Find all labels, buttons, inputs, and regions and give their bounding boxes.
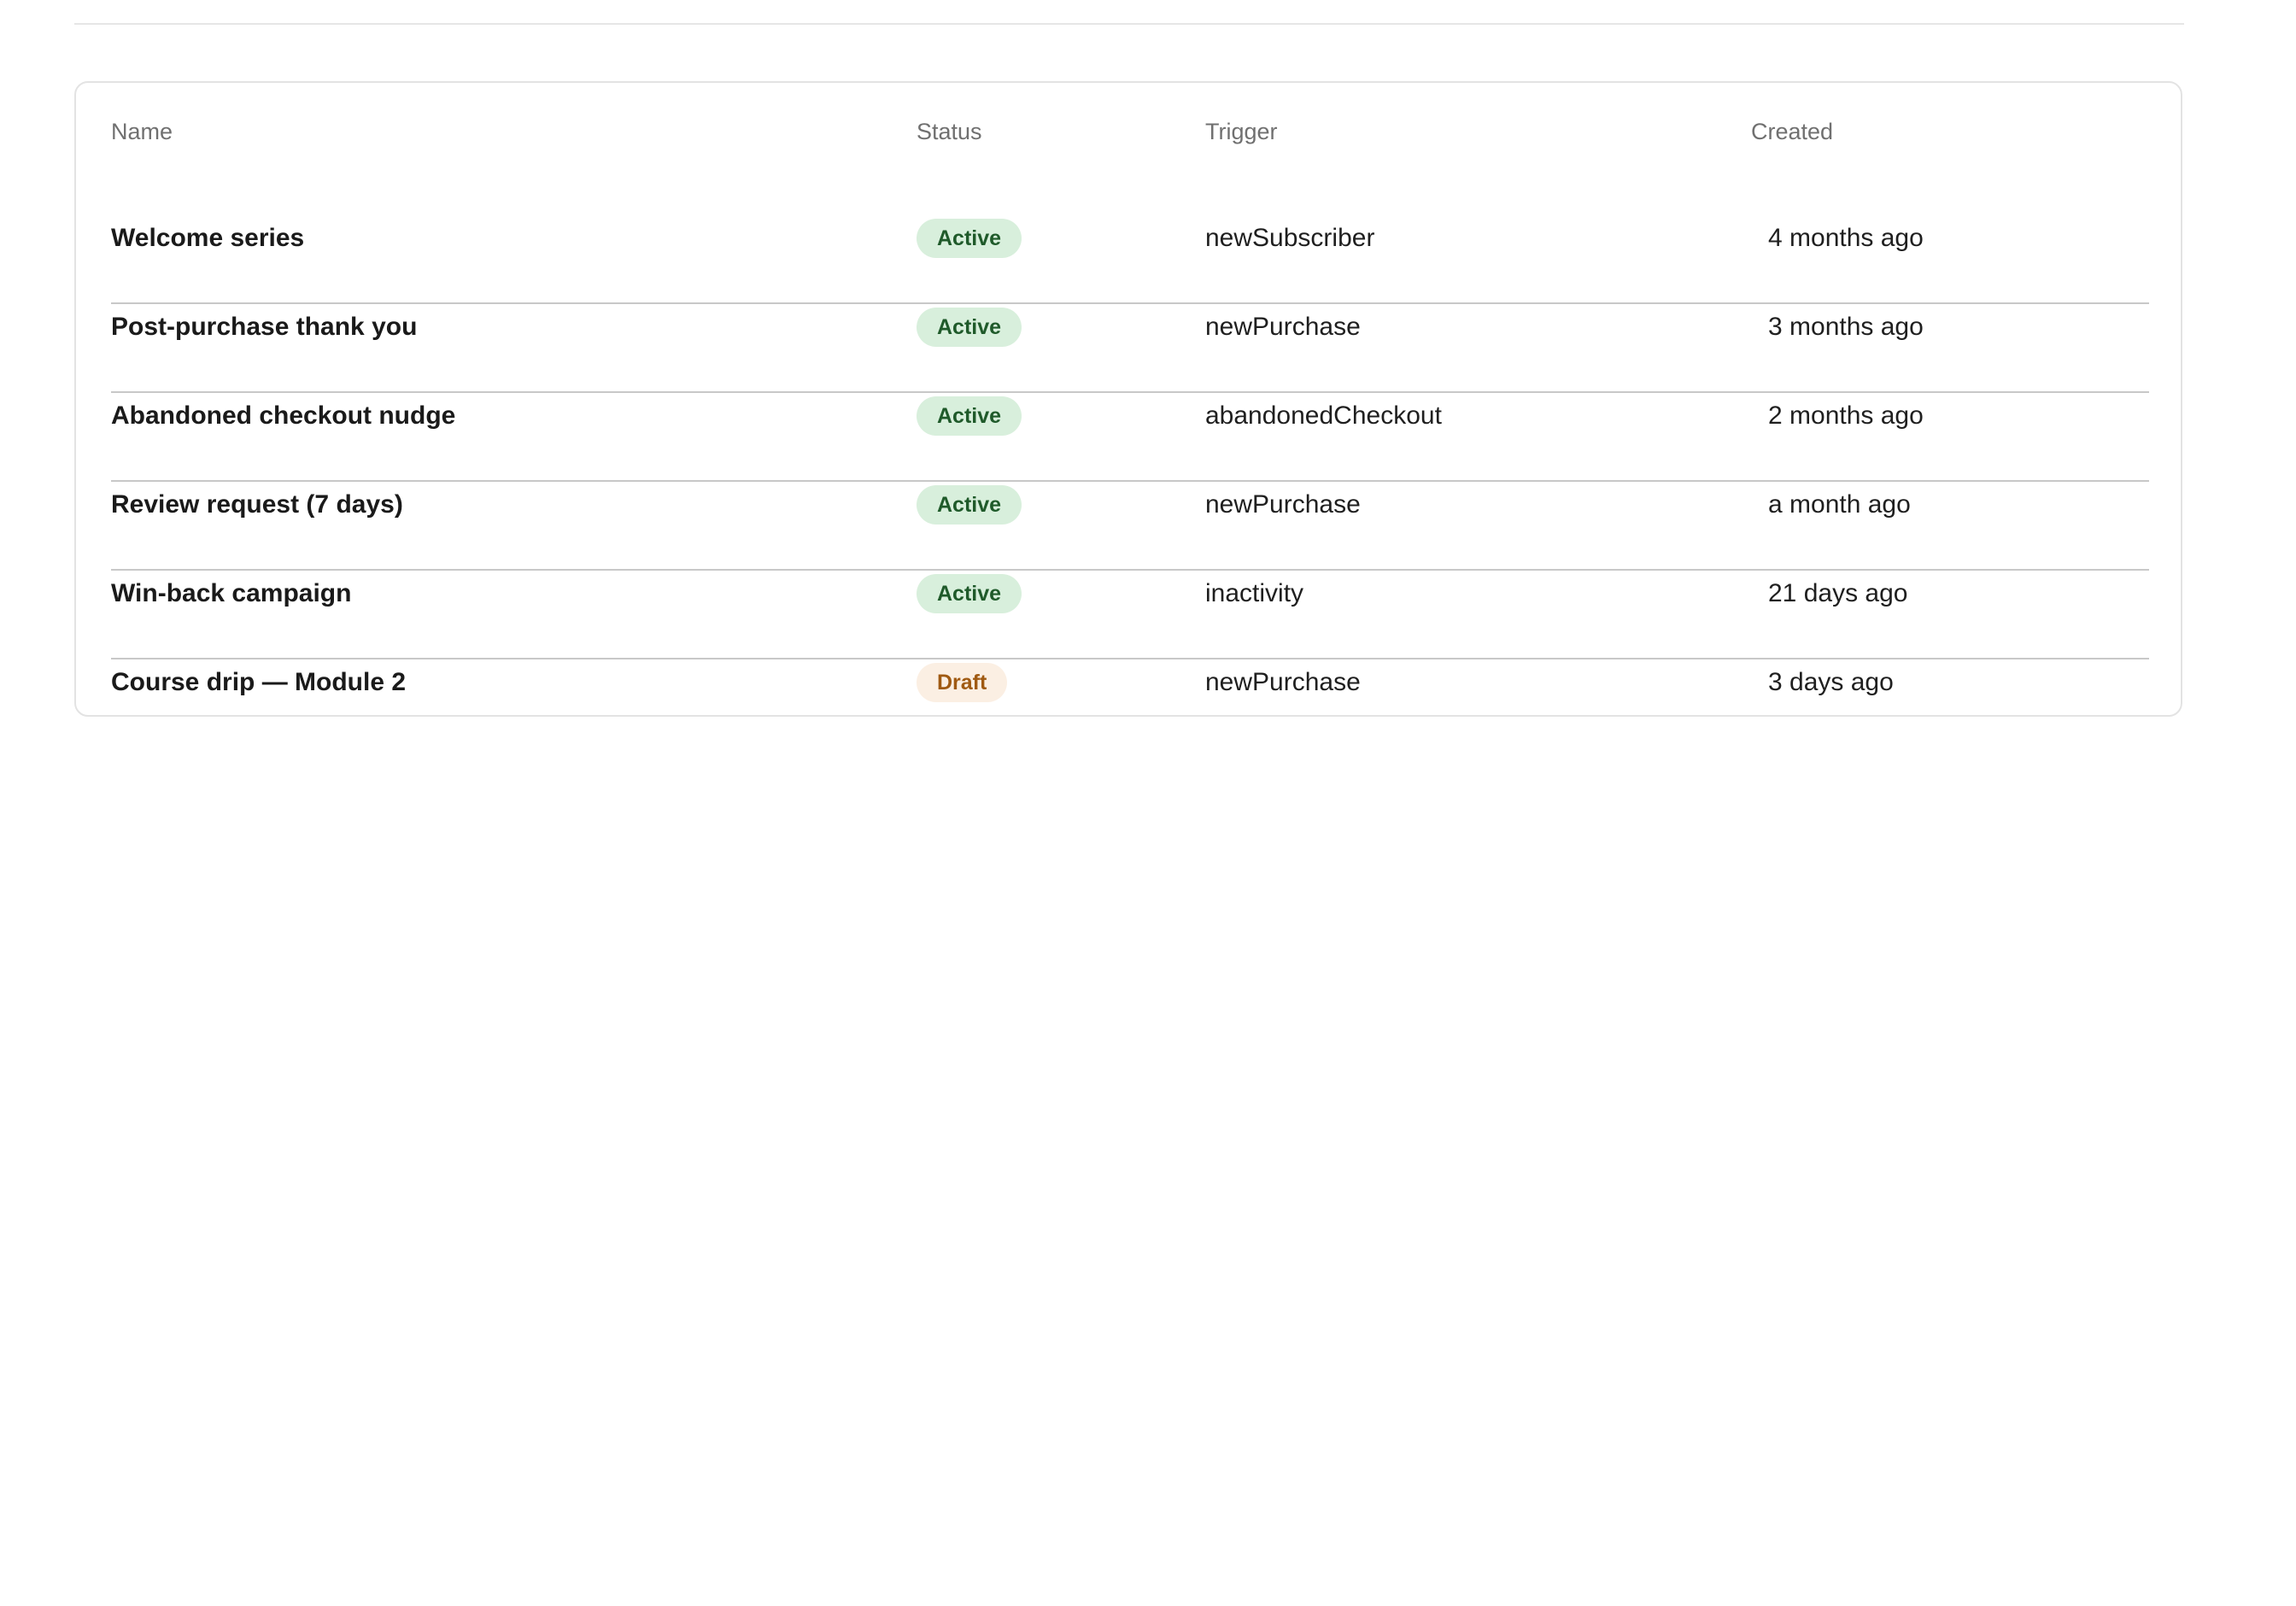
status-cell: Draft [917, 659, 1008, 706]
trigger-cell: newSubscriber [1205, 224, 1375, 252]
column-header-name[interactable]: Name [111, 117, 173, 146]
table-header-row: Name Status Trigger Created [76, 83, 2181, 177]
table-row[interactable]: Win-back campaign Active inactivity 21 d… [111, 571, 2149, 659]
created-cell: 21 days ago [1768, 579, 1908, 607]
table-row[interactable]: Course drip — Module 2 Draft newPurchase… [111, 659, 2149, 748]
status-cell: Active [917, 215, 1022, 261]
status-badge: Active [917, 219, 1022, 258]
table-row[interactable]: Post-purchase thank you Active newPurcha… [111, 304, 2149, 393]
column-header-trigger[interactable]: Trigger [1205, 117, 1278, 146]
automation-name[interactable]: Welcome series [111, 215, 304, 261]
trigger-cell: newPurchase [1205, 668, 1361, 696]
trigger-cell: newPurchase [1205, 490, 1361, 519]
automations-table: Name Status Trigger Created Welcome seri… [74, 81, 2182, 717]
status-cell: Active [917, 571, 1022, 617]
table-row[interactable]: Abandoned checkout nudge Active abandone… [111, 393, 2149, 482]
status-badge: Active [917, 574, 1022, 613]
status-badge: Draft [917, 663, 1008, 702]
status-cell: Active [917, 393, 1022, 439]
created-cell: 4 months ago [1768, 224, 1924, 252]
created-cell: 3 months ago [1768, 313, 1924, 341]
column-header-created[interactable]: Created [1751, 117, 1833, 146]
created-cell: 3 days ago [1768, 668, 1894, 696]
status-cell: Active [917, 482, 1022, 528]
table-row[interactable]: Welcome series Active newSubscriber 4 mo… [111, 215, 2149, 304]
automation-name[interactable]: Win-back campaign [111, 571, 351, 617]
status-badge: Active [917, 308, 1022, 347]
table-body: Welcome series Active newSubscriber 4 mo… [111, 215, 2149, 748]
status-cell: Active [917, 304, 1022, 350]
table-row[interactable]: Review request (7 days) Active newPurcha… [111, 482, 2149, 571]
created-cell: a month ago [1768, 490, 1911, 519]
status-badge: Active [917, 396, 1022, 436]
status-badge: Active [917, 485, 1022, 525]
automation-name[interactable]: Abandoned checkout nudge [111, 393, 455, 439]
top-divider [74, 23, 2184, 25]
automation-name[interactable]: Course drip — Module 2 [111, 659, 406, 706]
created-cell: 2 months ago [1768, 402, 1924, 430]
column-header-status[interactable]: Status [917, 117, 982, 146]
automation-name[interactable]: Post-purchase thank you [111, 304, 417, 350]
trigger-cell: newPurchase [1205, 313, 1361, 341]
automation-name[interactable]: Review request (7 days) [111, 482, 403, 528]
trigger-cell: abandonedCheckout [1205, 402, 1442, 430]
trigger-cell: inactivity [1205, 579, 1304, 607]
